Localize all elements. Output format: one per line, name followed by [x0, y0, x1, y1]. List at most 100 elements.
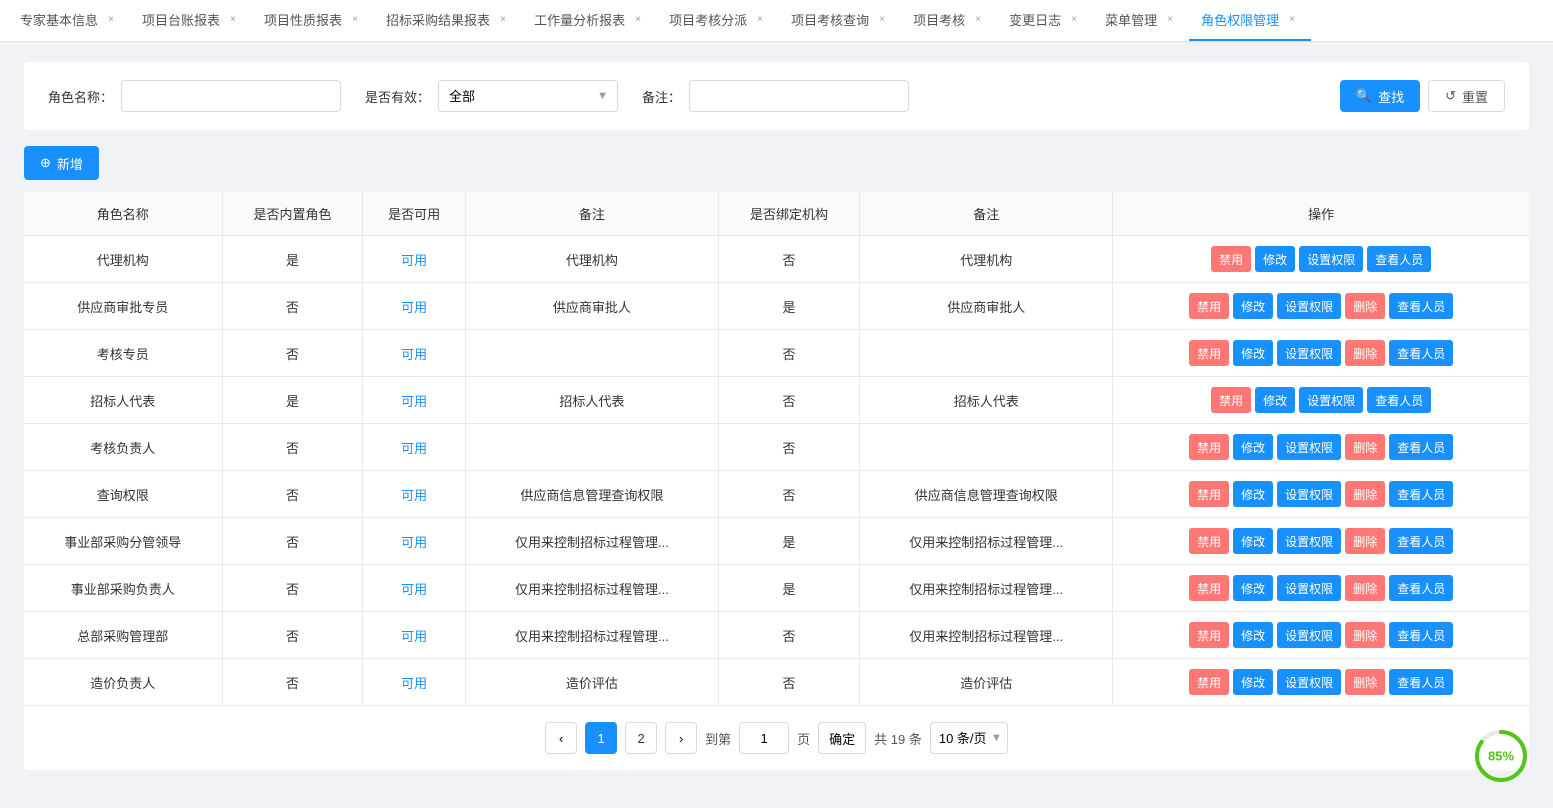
- valid-select-wrapper: 全部是否 ▼: [438, 80, 618, 112]
- cell-actions-6: 禁用修改设置权限删除查看人员: [1113, 518, 1529, 565]
- tab-label-10: 角色权限管理: [1201, 10, 1279, 29]
- per-page-select[interactable]: 10 条/页20 条/页50 条/页: [930, 722, 1008, 754]
- tab-item-5[interactable]: 项目考核分派×: [657, 0, 779, 41]
- action-btn-设置权限-4[interactable]: 设置权限: [1277, 434, 1341, 460]
- action-btn-修改-5[interactable]: 修改: [1233, 481, 1273, 507]
- cell-5-3: 供应商信息管理查询权限: [465, 471, 718, 518]
- cell-7-1: 否: [222, 565, 363, 612]
- tab-close-0[interactable]: ×: [104, 13, 118, 27]
- next-page-button[interactable]: ›: [665, 722, 697, 754]
- action-btn-设置权限-2[interactable]: 设置权限: [1277, 340, 1341, 366]
- tab-item-10[interactable]: 角色权限管理 ×: [1189, 0, 1311, 41]
- cell-6-0: 事业部采购分管领导: [24, 518, 222, 565]
- action-btn-禁用-9[interactable]: 禁用: [1189, 669, 1229, 695]
- action-btn-修改-2[interactable]: 修改: [1233, 340, 1273, 366]
- reset-button[interactable]: ↺ 重置: [1428, 80, 1505, 112]
- tab-close-1[interactable]: ×: [226, 13, 240, 27]
- action-btn-修改-9[interactable]: 修改: [1233, 669, 1273, 695]
- action-btn-修改-6[interactable]: 修改: [1233, 528, 1273, 554]
- valid-label: 是否有效：: [365, 87, 430, 106]
- action-btn-删除-4[interactable]: 删除: [1345, 434, 1385, 460]
- action-btn-修改-3[interactable]: 修改: [1255, 387, 1295, 413]
- table-header: 角色名称是否内置角色是否可用备注是否绑定机构备注操作: [24, 192, 1529, 236]
- action-btn-查看人员-5[interactable]: 查看人员: [1389, 481, 1453, 507]
- action-btn-禁用-2[interactable]: 禁用: [1189, 340, 1229, 366]
- tab-item-8[interactable]: 变更日志×: [997, 0, 1093, 41]
- action-btn-查看人员-1[interactable]: 查看人员: [1389, 293, 1453, 319]
- action-btn-删除-8[interactable]: 删除: [1345, 622, 1385, 648]
- action-btn-设置权限-1[interactable]: 设置权限: [1277, 293, 1341, 319]
- role-name-label: 角色名称：: [48, 87, 113, 106]
- cell-2-0: 考核专员: [24, 330, 222, 377]
- page-2-button[interactable]: 2: [625, 722, 657, 754]
- tab-item-0[interactable]: 专家基本信息×: [8, 0, 130, 41]
- action-btn-禁用-0[interactable]: 禁用: [1211, 246, 1251, 272]
- action-btn-禁用-4[interactable]: 禁用: [1189, 434, 1229, 460]
- action-btn-删除-2[interactable]: 删除: [1345, 340, 1385, 366]
- action-btn-设置权限-7[interactable]: 设置权限: [1277, 575, 1341, 601]
- action-btn-设置权限-9[interactable]: 设置权限: [1277, 669, 1341, 695]
- add-button[interactable]: ⊕ 新增: [24, 146, 99, 180]
- tab-item-4[interactable]: 工作量分析报表 ×: [522, 0, 657, 41]
- tab-close-9[interactable]: ×: [1163, 13, 1177, 27]
- tab-close-6[interactable]: ×: [875, 13, 889, 27]
- tab-item-3[interactable]: 招标采购结果报表×: [374, 0, 522, 41]
- prev-page-button[interactable]: ‹: [545, 722, 577, 754]
- tab-item-9[interactable]: 菜单管理×: [1093, 0, 1189, 41]
- action-btn-修改-7[interactable]: 修改: [1233, 575, 1273, 601]
- action-btn-禁用-3[interactable]: 禁用: [1211, 387, 1251, 413]
- tab-item-1[interactable]: 项目台账报表×: [130, 0, 252, 41]
- action-btn-修改-0[interactable]: 修改: [1255, 246, 1295, 272]
- action-btn-修改-1[interactable]: 修改: [1233, 293, 1273, 319]
- tab-label-4: 工作量分析报表: [534, 10, 625, 29]
- remark-input[interactable]: [689, 80, 909, 112]
- tab-close-4[interactable]: ×: [631, 13, 645, 27]
- table-row: 事业部采购负责人否可用仅用来控制招标过程管理...是仅用来控制招标过程管理...…: [24, 565, 1529, 612]
- action-btn-设置权限-3[interactable]: 设置权限: [1299, 387, 1363, 413]
- action-btn-删除-9[interactable]: 删除: [1345, 669, 1385, 695]
- action-btn-查看人员-8[interactable]: 查看人员: [1389, 622, 1453, 648]
- action-btn-设置权限-6[interactable]: 设置权限: [1277, 528, 1341, 554]
- action-btn-设置权限-0[interactable]: 设置权限: [1299, 246, 1363, 272]
- tab-item-7[interactable]: 项目考核×: [901, 0, 997, 41]
- action-btn-禁用-1[interactable]: 禁用: [1189, 293, 1229, 319]
- tab-close-5[interactable]: ×: [753, 13, 767, 27]
- action-btn-设置权限-5[interactable]: 设置权限: [1277, 481, 1341, 507]
- page-1-button[interactable]: 1: [585, 722, 617, 754]
- action-btn-禁用-5[interactable]: 禁用: [1189, 481, 1229, 507]
- cell-1-0: 供应商审批专员: [24, 283, 222, 330]
- search-button[interactable]: 🔍 查找: [1340, 80, 1420, 112]
- table-row: 事业部采购分管领导否可用仅用来控制招标过程管理...是仅用来控制招标过程管理..…: [24, 518, 1529, 565]
- tab-close-3[interactable]: ×: [496, 13, 510, 27]
- action-btn-删除-7[interactable]: 删除: [1345, 575, 1385, 601]
- action-btn-查看人员-4[interactable]: 查看人员: [1389, 434, 1453, 460]
- valid-select[interactable]: 全部是否: [438, 80, 618, 112]
- cell-3-5: 招标人代表: [860, 377, 1113, 424]
- action-btn-删除-6[interactable]: 删除: [1345, 528, 1385, 554]
- action-btn-删除-1[interactable]: 删除: [1345, 293, 1385, 319]
- tab-close-7[interactable]: ×: [971, 13, 985, 27]
- table-wrapper: 角色名称是否内置角色是否可用备注是否绑定机构备注操作 代理机构是可用代理机构否代…: [24, 192, 1529, 770]
- tab-close-8[interactable]: ×: [1067, 13, 1081, 27]
- action-btn-查看人员-3[interactable]: 查看人员: [1367, 387, 1431, 413]
- action-btn-删除-5[interactable]: 删除: [1345, 481, 1385, 507]
- action-btn-禁用-6[interactable]: 禁用: [1189, 528, 1229, 554]
- action-btn-查看人员-2[interactable]: 查看人员: [1389, 340, 1453, 366]
- action-btn-查看人员-7[interactable]: 查看人员: [1389, 575, 1453, 601]
- role-name-input[interactable]: [121, 80, 341, 112]
- action-btn-禁用-7[interactable]: 禁用: [1189, 575, 1229, 601]
- tab-item-6[interactable]: 项目考核查询×: [779, 0, 901, 41]
- tab-close-10[interactable]: ×: [1285, 13, 1299, 27]
- action-btn-查看人员-0[interactable]: 查看人员: [1367, 246, 1431, 272]
- action-btn-修改-4[interactable]: 修改: [1233, 434, 1273, 460]
- action-btn-设置权限-8[interactable]: 设置权限: [1277, 622, 1341, 648]
- goto-confirm-button[interactable]: 确定: [818, 722, 866, 754]
- action-btn-禁用-8[interactable]: 禁用: [1189, 622, 1229, 648]
- goto-input[interactable]: [739, 722, 789, 754]
- col-header-3: 备注: [465, 192, 718, 236]
- action-btn-查看人员-6[interactable]: 查看人员: [1389, 528, 1453, 554]
- action-btn-查看人员-9[interactable]: 查看人员: [1389, 669, 1453, 695]
- tab-item-2[interactable]: 项目性质报表×: [252, 0, 374, 41]
- tab-close-2[interactable]: ×: [348, 13, 362, 27]
- action-btn-修改-8[interactable]: 修改: [1233, 622, 1273, 648]
